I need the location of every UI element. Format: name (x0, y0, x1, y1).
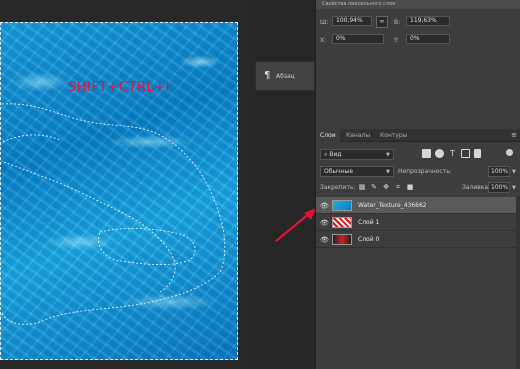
filter-toggle[interactable] (506, 149, 513, 156)
layer-thumbnail (332, 200, 352, 211)
eye-icon[interactable]: 👁 (320, 202, 329, 210)
tab-channels[interactable]: Каналы (342, 129, 374, 142)
adjustment-filter-icon[interactable] (435, 149, 444, 158)
lock-move-icon[interactable]: ✥ (382, 183, 390, 191)
width-label: Ш: (320, 19, 329, 26)
red-arrow-annotation (275, 208, 316, 242)
lock-label: Закрепить: (320, 184, 356, 191)
chevron-down-icon[interactable]: ▼ (512, 185, 516, 191)
fill-field[interactable]: 100% (488, 182, 510, 193)
scrollbar[interactable] (516, 196, 520, 369)
chevron-down-icon: ▼ (386, 152, 390, 158)
opacity-field[interactable]: 100% (488, 166, 510, 177)
panel-menu-icon[interactable]: ≡ (511, 131, 517, 139)
lock-all-icon[interactable]: ■ (406, 183, 414, 191)
y-label: Y: (394, 37, 399, 44)
lock-artboard-icon[interactable]: ⌗ (394, 183, 402, 191)
x-label: X: (320, 37, 327, 44)
paragraph-icon: ¶ (264, 70, 271, 81)
lock-brush-icon[interactable]: ✎ (370, 183, 378, 191)
paragraph-panel-label: Абзац (276, 73, 295, 80)
chevron-down-icon: ▼ (386, 169, 390, 175)
paragraph-panel-collapsed[interactable]: ¶ Абзац (255, 61, 315, 91)
canvas-area: SHIFT+CTRL+I (0, 0, 255, 369)
filter-kind-value: Вид (329, 151, 342, 158)
lock-transparent-icon[interactable]: ▦ (358, 183, 366, 191)
layer-row[interactable]: 👁 Water_Texture_436662 (316, 197, 516, 214)
fill-label: Заливка: (462, 184, 491, 191)
blend-mode-select[interactable]: Обычные (320, 166, 394, 177)
eye-icon[interactable]: 👁 (320, 219, 329, 227)
tab-layers[interactable]: Слои (316, 129, 340, 142)
layer-name: Water_Texture_436662 (358, 202, 427, 209)
tab-paths[interactable]: Контуры (376, 129, 411, 142)
y-field[interactable]: 0% (406, 34, 450, 44)
shortcut-overlay-text: SHIFT+CTRL+I (68, 80, 170, 95)
height-label: В: (394, 19, 401, 26)
width-field[interactable]: 100,94% (332, 16, 372, 26)
layers-panel-tabs: Слои Каналы Контуры ≡ (316, 129, 520, 142)
right-panel: Свойства пиксельного слоя Ш: 100,94% ∞ В… (315, 0, 520, 369)
height-field[interactable]: 119,63% (406, 16, 450, 26)
layer-row[interactable]: 👁 Слой 1 (316, 214, 516, 231)
eye-icon[interactable]: 👁 (320, 236, 329, 244)
properties-title: Свойства пиксельного слоя (316, 0, 520, 9)
type-filter-icon[interactable]: T (448, 149, 457, 158)
chevron-down-icon[interactable]: ▼ (512, 169, 516, 175)
filter-kind-select[interactable]: ⌕ Вид (320, 149, 394, 160)
layer-thumbnail (332, 234, 352, 245)
layer-name: Слой 1 (358, 219, 380, 226)
link-icon[interactable]: ∞ (376, 16, 388, 28)
layer-thumbnail (332, 217, 352, 228)
opacity-label: Непрозрачность: (398, 168, 452, 175)
layer-name: Слой 0 (358, 236, 380, 243)
pixel-filter-icon[interactable] (422, 149, 431, 158)
x-field[interactable]: 0% (332, 34, 384, 44)
shape-filter-icon[interactable] (461, 149, 470, 158)
layer-row[interactable]: 👁 Слой 0 (316, 231, 516, 248)
lasso-selection (1, 103, 226, 325)
smart-object-filter-icon[interactable] (474, 149, 481, 158)
